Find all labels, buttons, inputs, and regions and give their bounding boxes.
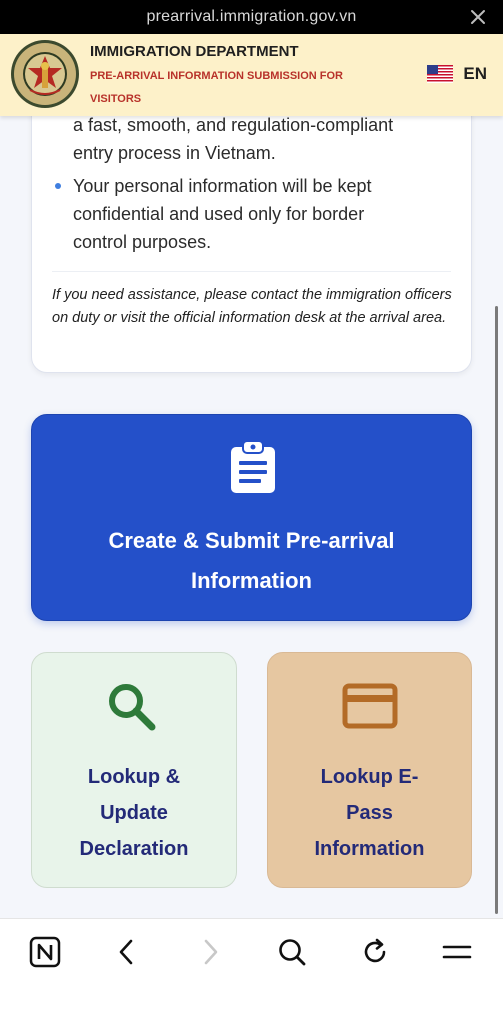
lookup-update-label: Lookup & Update Declaration — [79, 766, 189, 860]
info-text-line: Your personal information will be kept — [73, 176, 372, 196]
browser-bottom-bar — [0, 918, 503, 1024]
close-icon[interactable] — [469, 8, 487, 26]
create-submit-button[interactable]: Create & Submit Pre-arrival Information — [31, 414, 472, 621]
us-flag-icon — [427, 65, 454, 83]
browser-logo-icon[interactable] — [28, 935, 62, 969]
clipboard-icon — [227, 439, 279, 495]
browser-url-bar[interactable]: prearrival.immigration.gov.vn — [0, 0, 503, 34]
immigration-logo — [10, 38, 80, 110]
language-code[interactable]: EN — [463, 64, 487, 84]
assistance-note: If you need assistance, please contact t… — [52, 287, 452, 326]
menu-icon[interactable] — [440, 935, 474, 969]
divider — [52, 271, 451, 272]
create-submit-label: Create & Submit Pre-arrival Information — [108, 528, 395, 593]
back-icon[interactable] — [110, 935, 144, 969]
forward-icon[interactable] — [193, 935, 227, 969]
url-text[interactable]: prearrival.immigration.gov.vn — [0, 8, 503, 26]
info-text-line: entry process in Vietnam. — [73, 143, 276, 163]
lookup-update-button[interactable]: Lookup & Update Declaration — [31, 652, 237, 888]
lookup-epass-label: Lookup E-Pass Information — [314, 766, 425, 860]
card-icon — [342, 683, 398, 729]
search-icon[interactable] — [275, 935, 309, 969]
search-icon — [106, 681, 158, 733]
page-subtitle: PRE-ARRIVAL INFORMATION SUBMISSION FOR V… — [90, 70, 343, 105]
lookup-epass-button[interactable]: Lookup E-Pass Information — [267, 652, 472, 888]
department-title: IMMIGRATION DEPARTMENT — [90, 43, 299, 60]
reload-icon[interactable] — [358, 935, 392, 969]
scrollbar[interactable] — [495, 306, 498, 914]
info-text-line: confidential and used only for border — [73, 204, 365, 224]
info-text-line: control purposes. — [73, 232, 212, 252]
language-selector[interactable]: EN — [427, 64, 487, 84]
site-header: IMMIGRATION DEPARTMENT PRE-ARRIVAL INFOR… — [0, 34, 503, 116]
bullet-dot — [55, 183, 61, 189]
